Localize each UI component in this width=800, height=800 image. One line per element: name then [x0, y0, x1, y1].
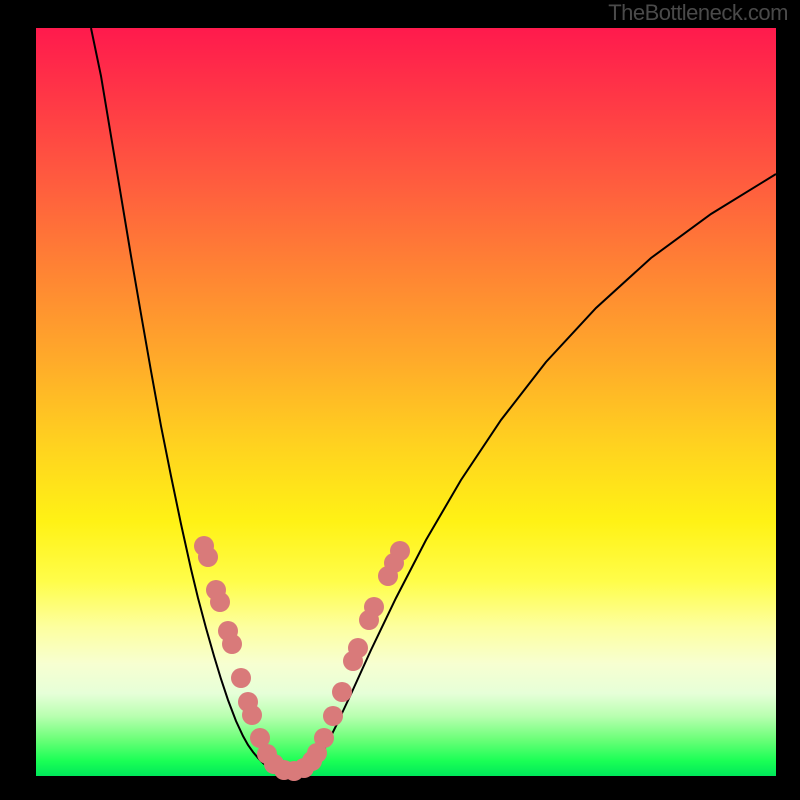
watermark-text: TheBottleneck.com: [608, 0, 788, 26]
plot-area: [36, 28, 776, 776]
chart-stage: TheBottleneck.com: [0, 0, 800, 800]
